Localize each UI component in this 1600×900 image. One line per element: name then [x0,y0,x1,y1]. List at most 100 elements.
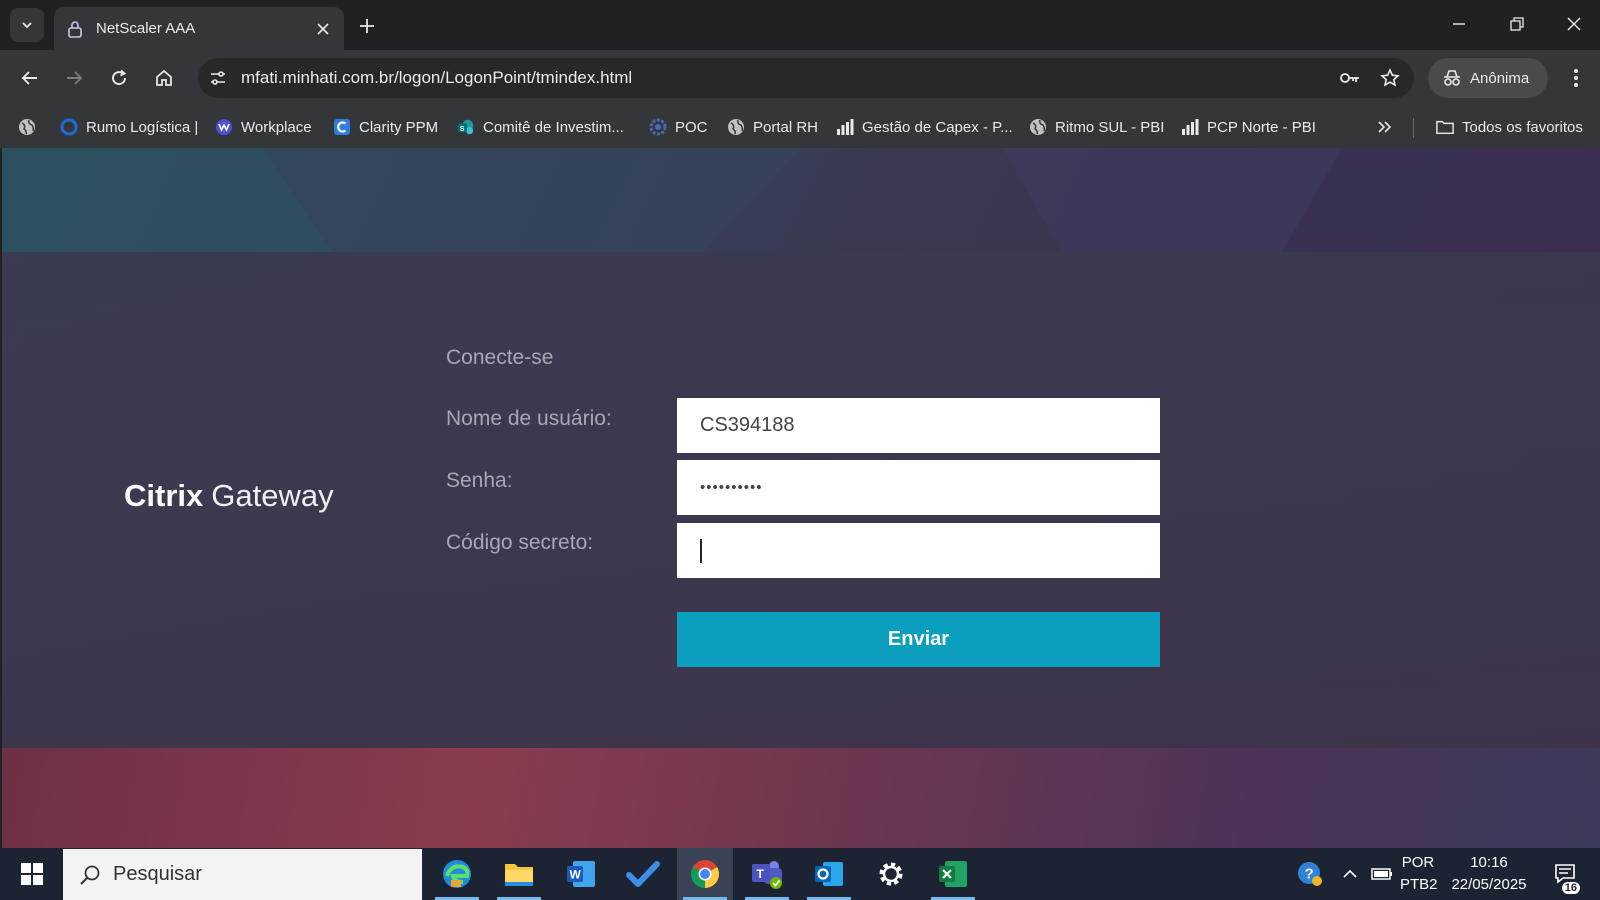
help-icon: ? [1298,862,1322,886]
tray-date[interactable]: 22/05/2025 [1446,876,1532,893]
chevron-up-icon [1343,869,1357,878]
logo-brand-strong: Citrix [124,478,204,513]
double-chevron-right-icon [1378,121,1392,133]
username-input[interactable]: CS394188 [677,398,1160,453]
url-text[interactable]: mfati.minhati.com.br/logon/LogonPoint/tm… [241,68,1334,88]
citrix-gateway-logo: Citrix Gateway [124,478,334,514]
clarity-icon [333,118,351,136]
restore-button[interactable] [1488,0,1546,48]
bookmark-item[interactable]: Gestão de Capex - P... [836,114,1013,140]
key-icon[interactable] [1334,62,1366,94]
battery-icon [1371,868,1392,880]
chevron-down-icon [22,22,32,29]
taskbar-outlook[interactable] [801,848,857,900]
more-bookmarks-button[interactable] [1376,114,1392,140]
bookmark-label: Ritmo SUL - PBI [1055,118,1165,136]
lock-favicon-icon [66,20,84,38]
site-info-icon[interactable] [202,62,234,94]
minimize-button[interactable] [1430,0,1488,48]
gear-globe-icon [649,118,667,136]
tray-show-hidden[interactable] [1334,848,1366,900]
star-icon[interactable] [1374,62,1406,94]
bookmark-item[interactable]: Portal RH [727,114,818,140]
edge-icon [443,860,471,888]
close-icon[interactable] [312,18,334,40]
bookmark-item[interactable]: Rumo Logística | [60,114,198,140]
svg-text:W: W [570,868,582,882]
taskbar-search[interactable]: Pesquisar [63,849,422,900]
tab-search-button[interactable] [10,8,44,42]
username-label: Nome de usuário: [446,407,612,430]
word-icon: W [567,861,595,887]
back-button[interactable] [14,62,46,94]
taskbar-chrome[interactable] [677,848,733,900]
taskbar-teams[interactable]: T [739,848,795,900]
arrow-left-icon [21,71,37,85]
new-tab-button[interactable] [353,12,381,40]
browser-menu-button[interactable] [1560,62,1592,94]
taskbar-excel[interactable] [925,848,981,900]
submit-button[interactable]: Enviar [677,612,1160,667]
globe-icon [727,118,745,136]
home-button[interactable] [148,62,180,94]
globe-icon [1029,118,1047,136]
bookmark-item[interactable]: Workplace [215,114,312,140]
bookmarks-bar: Rumo Logística | Workplace Clarity PPM S… [0,106,1600,148]
secret-code-label: Código secreto: [446,531,594,554]
excel-icon [939,861,967,887]
sharepoint-icon: S [457,118,475,136]
globe-icon [18,118,36,136]
home-icon [156,69,172,86]
profile-button[interactable]: Anônima [1428,58,1548,98]
bookmark-item[interactable]: Clarity PPM [333,114,438,140]
bookmark-label: Portal RH [753,118,819,136]
all-bookmarks-button[interactable]: Todos os favoritos [1436,114,1583,140]
tray-time[interactable]: 10:16 [1446,854,1532,871]
all-bookmarks-label: Todos os favoritos [1462,118,1583,136]
tray-notifications[interactable]: 16 [1546,848,1586,900]
taskbar-file-explorer[interactable] [491,848,547,900]
arrow-right-icon [67,71,83,85]
tray-language[interactable]: POR [1400,854,1436,871]
taskbar-settings[interactable] [863,848,919,900]
bookmark-label: Clarity PPM [359,118,439,136]
bookmark-item[interactable]: S Comitê de Investim... [457,114,624,140]
address-bar[interactable]: mfati.minhati.com.br/logon/LogonPoint/tm… [198,58,1414,98]
more-vert-icon [1574,69,1578,87]
svg-text:S: S [460,124,465,133]
browser-tab[interactable]: NetScaler AAA [54,7,344,50]
bookmark-item[interactable]: POC [649,114,708,140]
windows-taskbar: Pesquisar W T ? POR PTB2 10:16 22/05/202… [0,848,1600,900]
username-value: CS394188 [700,414,795,436]
workplace-icon [215,118,233,136]
bookmark-item[interactable]: Ritmo SUL - PBI [1029,114,1164,140]
bookmark-apps[interactable] [18,114,44,140]
tray-help[interactable]: ? [1290,848,1330,900]
taskbar-edge[interactable] [429,848,485,900]
form-title: Conecte-se [446,346,554,369]
gear-icon [879,862,903,886]
restore-icon [1510,17,1524,31]
start-button[interactable] [10,856,54,892]
bookmark-label: Comitê de Investim... [483,118,624,136]
close-window-button[interactable] [1545,0,1600,48]
taskbar-todo[interactable] [615,848,671,900]
taskbar-word[interactable]: W [553,848,609,900]
forward-button[interactable] [58,62,90,94]
reload-icon [112,69,127,85]
bar-chart-icon [836,118,854,136]
tray-keyboard[interactable]: PTB2 [1400,876,1438,893]
incognito-icon [1444,70,1460,86]
tray-battery[interactable] [1366,848,1398,900]
secret-code-input[interactable] [677,523,1160,578]
password-value: •••••••••• [700,479,763,496]
bookmark-label: PCP Norte - PBI [1207,118,1316,136]
checkmark-icon [626,861,660,887]
bookmark-separator [1413,118,1414,138]
browser-toolbar: mfati.minhati.com.br/logon/LogonPoint/tm… [0,50,1600,106]
teams-icon: T [752,861,782,889]
password-input[interactable]: •••••••••• [677,460,1160,515]
reload-button[interactable] [103,62,135,94]
bookmark-item[interactable]: PCP Norte - PBI [1181,114,1316,140]
folder-icon [1436,118,1454,136]
